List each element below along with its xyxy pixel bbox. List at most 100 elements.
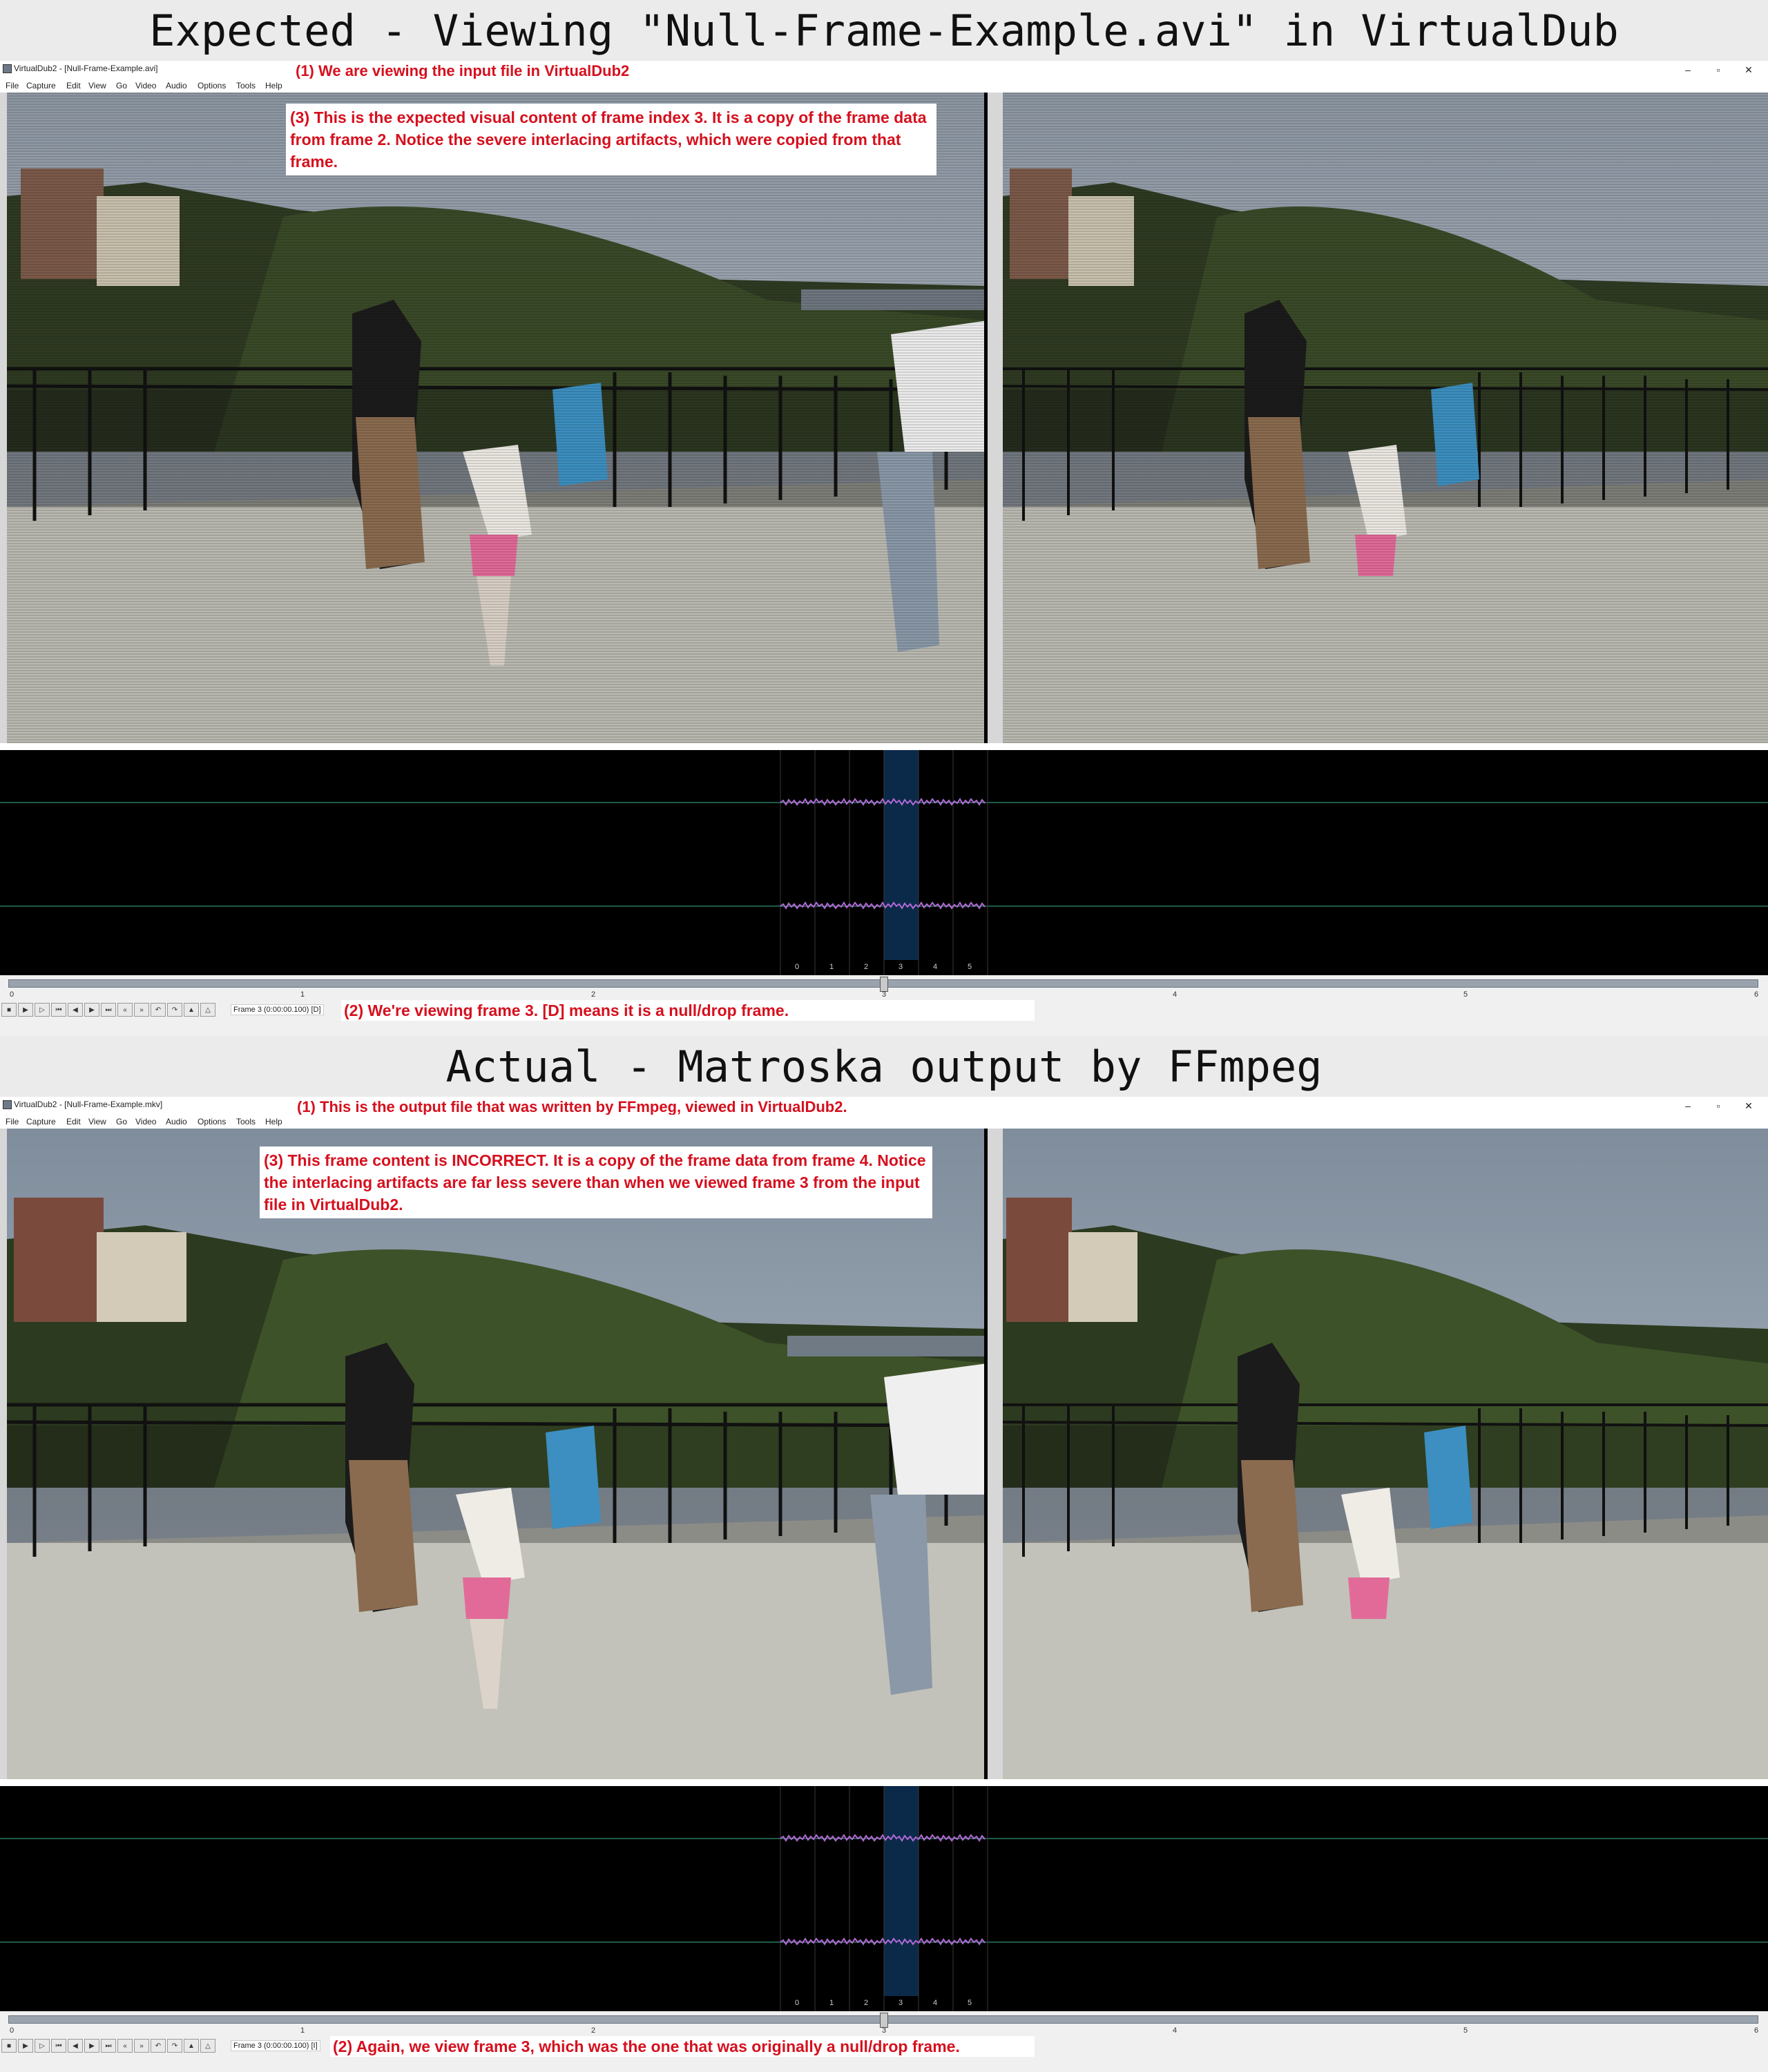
prev-key-icon[interactable]: « [117,2039,133,2053]
position-slider-thumb[interactable] [880,977,888,992]
mark-in-icon[interactable]: ▲ [184,2039,199,2053]
play-input-icon[interactable]: ▶ [18,1003,33,1017]
top-title-bar[interactable]: VirtualDub2 - [Null-Frame-Example.avi] (… [0,61,1768,79]
menu-go[interactable]: Go [116,81,127,90]
bottom-window-title: VirtualDub2 - [Null-Frame-Example.mkv] [14,1100,163,1109]
scene-back-icon[interactable]: ↶ [151,1003,166,1017]
wave-frame-label: 3 [899,963,903,971]
transport-toolbar: ■ ▶ ▷ ⏮ ◀ ▶ ⏭ « » ↶ ↷ ▲ △ [1,1003,215,1018]
bottom-note-2-text: (2) Again, we view frame 3, which was th… [333,2037,960,2055]
position-slider-thumb[interactable] [880,2013,888,2028]
bottom-video-area: (3) This frame content is INCORRECT. It … [0,1129,1768,1779]
transport-toolbar: ■ ▶ ▷ ⏮ ◀ ▶ ⏭ « » ↶ ↷ ▲ △ [1,2039,215,2054]
input-frame-image [7,1129,988,1779]
menu-help[interactable]: Help [265,81,282,90]
menu-audio[interactable]: Audio [166,1117,187,1126]
menu-help[interactable]: Help [265,1117,282,1126]
bottom-audio-waveform[interactable]: 0 1 2 3 4 5 [0,1786,1768,2011]
top-timeline: 0 1 2 3 4 5 6 ■ ▶ ▷ ⏮ ◀ ▶ ⏭ « » ↶ ↷ ▲ △ … [0,975,1768,1036]
wave-frame-label: 1 [829,1999,834,2007]
menu-edit[interactable]: Edit [66,81,81,90]
timeline-tick-label: 4 [1173,2026,1178,2035]
timeline-tick-label: 3 [882,2026,887,2035]
next-frame-icon[interactable]: ▶ [84,2039,99,2053]
menu-file[interactable]: File [6,1117,19,1126]
prev-key-icon[interactable]: « [117,1003,133,1017]
timeline-tick-label: 1 [300,990,305,999]
wave-frame-label: 0 [795,963,800,971]
bottom-window: VirtualDub2 - [Null-Frame-Example.mkv] (… [0,1097,1768,2072]
minimize-button[interactable]: – [1673,61,1703,79]
wave-frame-label: 4 [933,963,938,971]
stop-icon[interactable]: ■ [1,1003,17,1017]
play-output-icon[interactable]: ▷ [35,2039,50,2053]
menu-go[interactable]: Go [116,1117,127,1126]
play-input-icon[interactable]: ▶ [18,2039,33,2053]
end-icon[interactable]: ⏭ [101,1003,116,1017]
minimize-button[interactable]: – [1673,1097,1703,1115]
menu-view[interactable]: View [88,1117,106,1126]
input-video-pane[interactable]: (3) This is the expected visual content … [7,93,988,743]
timeline-tick-label: 2 [591,2026,596,2035]
timeline-tick-label: 5 [1463,2026,1468,2035]
restore-button[interactable]: ▫ [1703,1097,1733,1115]
scene-fwd-icon[interactable]: ↷ [167,2039,182,2053]
prev-frame-icon[interactable]: ◀ [68,1003,83,1017]
output-frame-image [1003,1129,1768,1779]
next-key-icon[interactable]: » [134,2039,149,2053]
top-note-2-text: (2) We're viewing frame 3. [D] means it … [344,1001,789,1019]
menu-video[interactable]: Video [135,1117,156,1126]
timeline-tick-label: 2 [591,990,596,999]
bottom-title-bar[interactable]: VirtualDub2 - [Null-Frame-Example.mkv] (… [0,1097,1768,1115]
wave-frame-label: 3 [899,1999,903,2007]
end-icon[interactable]: ⏭ [101,2039,116,2053]
next-key-icon[interactable]: » [134,1003,149,1017]
timeline-tick-label: 5 [1463,990,1468,999]
menu-audio[interactable]: Audio [166,81,187,90]
wave-frame-label: 2 [864,1999,869,2007]
start-icon[interactable]: ⏮ [51,1003,66,1017]
start-icon[interactable]: ⏮ [51,2039,66,2053]
bottom-note-3: (3) This frame content is INCORRECT. It … [260,1147,932,1218]
menu-tools[interactable]: Tools [236,1117,256,1126]
output-video-pane[interactable] [1003,1129,1768,1779]
menu-edit[interactable]: Edit [66,1117,81,1126]
mark-in-icon[interactable]: ▲ [184,1003,199,1017]
scene-fwd-icon[interactable]: ↷ [167,1003,182,1017]
stop-icon[interactable]: ■ [1,2039,17,2053]
menu-video[interactable]: Video [135,81,156,90]
menu-capture[interactable]: Capture [26,1117,56,1126]
mark-out-icon[interactable]: △ [200,1003,215,1017]
next-frame-icon[interactable]: ▶ [84,1003,99,1017]
restore-button[interactable]: ▫ [1703,61,1733,79]
menu-capture[interactable]: Capture [26,81,56,90]
top-banner: Expected - Viewing "Null-Frame-Example.a… [0,0,1768,61]
scene-back-icon[interactable]: ↶ [151,2039,166,2053]
bottom-timeline: 0 1 2 3 4 5 6 ■ ▶ ▷ ⏮ ◀ ▶ ⏭ « » ↶ ↷ ▲ △ … [0,2011,1768,2072]
close-button[interactable]: ✕ [1733,61,1764,79]
timeline-tick-label: 3 [882,990,887,999]
menu-file[interactable]: File [6,81,19,90]
top-video-area: (3) This is the expected visual content … [0,93,1768,743]
menu-tools[interactable]: Tools [236,81,256,90]
menu-options[interactable]: Options [198,81,226,90]
top-note-2: (2) We're viewing frame 3. [D] means it … [341,1000,1035,1021]
play-output-icon[interactable]: ▷ [35,1003,50,1017]
wave-frame-label: 5 [968,1999,972,2007]
timeline-tick-label: 0 [10,990,15,999]
menu-view[interactable]: View [88,81,106,90]
wave-frame-label: 4 [933,1999,938,2007]
output-video-pane[interactable] [1003,93,1768,743]
top-note-1: (1) We are viewing the input file in Vir… [296,62,630,79]
timeline-tick-label: 6 [1754,2026,1759,2035]
input-video-pane[interactable]: (3) This frame content is INCORRECT. It … [7,1129,988,1779]
top-waveform-graph [0,750,1768,975]
prev-frame-icon[interactable]: ◀ [68,2039,83,2053]
top-frame-status: Frame 3 (0:00:00.100) [D] [231,1004,324,1015]
bottom-note-2: (2) Again, we view frame 3, which was th… [330,2036,1035,2057]
close-button[interactable]: ✕ [1733,1097,1764,1115]
menu-options[interactable]: Options [198,1117,226,1126]
wave-frame-label: 1 [829,963,834,971]
mark-out-icon[interactable]: △ [200,2039,215,2053]
top-audio-waveform[interactable]: 0 1 2 3 4 5 [0,750,1768,975]
